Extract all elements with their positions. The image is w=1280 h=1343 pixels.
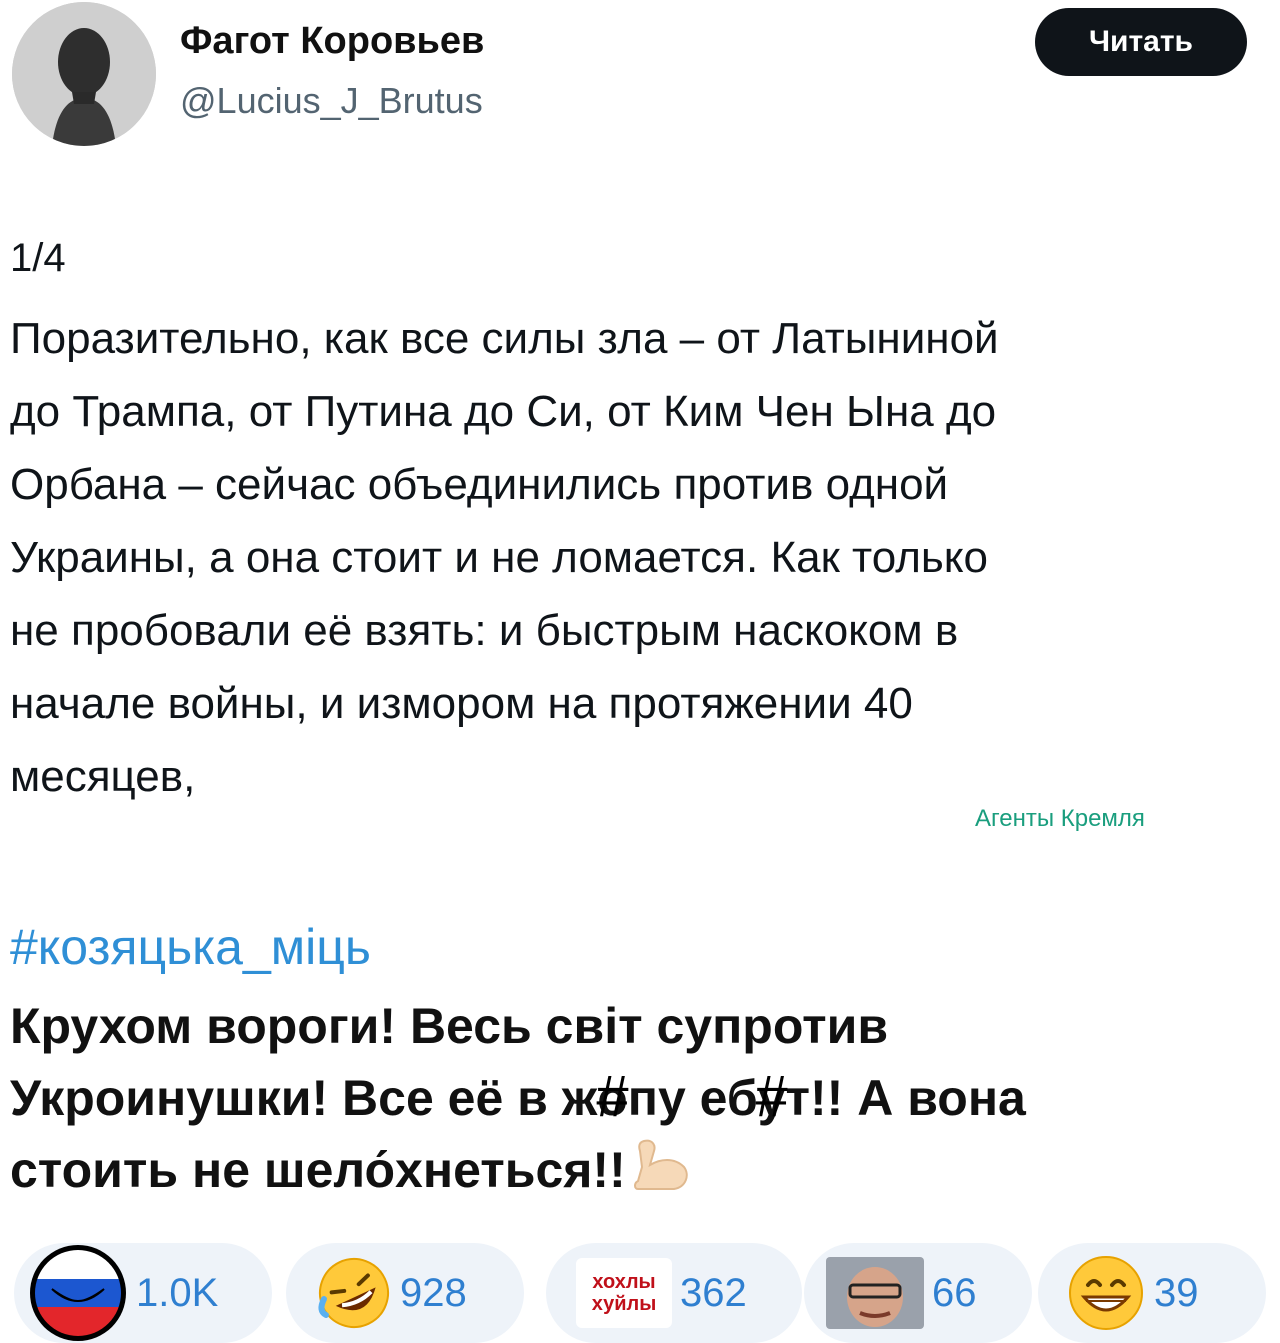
reaction-count: 928 xyxy=(400,1270,467,1315)
reply-line-2-part-2: пу еб xyxy=(627,1070,758,1126)
censor-mark-1: # xyxy=(596,1063,629,1129)
reaction-chip-trollface[interactable]: 1.0K xyxy=(14,1243,272,1343)
user-handle[interactable]: @Lucius_J_Brutus xyxy=(180,80,483,122)
reply-line-3-text: стоить не шело́хнеться!! xyxy=(10,1142,626,1198)
reply-line-2-part-1: Укроинушки! Все её в ж xyxy=(10,1070,598,1126)
sticker-line-2: хуйлы xyxy=(591,1293,657,1315)
text-sticker-icon: хохлы хуйлы xyxy=(576,1258,672,1328)
tweet-text: Поразительно, как все силы зла – от Латы… xyxy=(10,314,999,801)
reaction-chip-photo[interactable]: 66 xyxy=(804,1243,1032,1343)
reactions-bar: 1.0K 928 хохлы хуйлы 362 66 39 xyxy=(14,1243,1280,1343)
follow-button[interactable]: Читать xyxy=(1035,8,1247,76)
reaction-count: 66 xyxy=(932,1270,977,1315)
censor-mark-2: # xyxy=(755,1063,788,1129)
censored-letter-2: у # xyxy=(755,1062,788,1134)
reaction-count: 39 xyxy=(1154,1270,1199,1315)
bust-portrait-avatar-icon xyxy=(12,2,156,146)
reply-line-2-part-3: т!! А вона xyxy=(785,1070,1026,1126)
censored-letter-1: о # xyxy=(596,1062,629,1134)
watermark: Агенты Кремля xyxy=(975,805,1145,832)
reply-text: Крухом вороги! Весь світ супротив Укроин… xyxy=(10,990,1272,1206)
reaction-chip-grin[interactable]: 39 xyxy=(1038,1243,1266,1343)
flexed-biceps-icon xyxy=(633,1139,688,1190)
reply-line-1: Крухом вороги! Весь світ супротив xyxy=(10,998,889,1054)
face-photo-icon xyxy=(826,1257,924,1329)
reply-line-3: стоить не шело́хнеться!! xyxy=(10,1134,1272,1206)
avatar[interactable] xyxy=(12,2,156,146)
reaction-chip-sticker[interactable]: хохлы хуйлы 362 xyxy=(546,1243,802,1343)
display-name[interactable]: Фагот Коровьев xyxy=(180,20,484,63)
reaction-chip-rofl[interactable]: 928 xyxy=(286,1243,524,1343)
grinning-emoji-icon xyxy=(1069,1256,1143,1330)
trollface-russian-flag-icon xyxy=(30,1245,126,1341)
reaction-count: 1.0K xyxy=(136,1270,219,1315)
thread-counter: 1/4 xyxy=(10,236,66,280)
reaction-count: 362 xyxy=(680,1270,747,1315)
reply-line-2: Укроинушки! Все её в жо # пу ебу # т!! А вон… xyxy=(10,1062,1272,1134)
hashtag-link[interactable]: #козяцька_міць xyxy=(10,918,371,976)
sticker-line-1: хохлы xyxy=(592,1271,656,1293)
rofl-emoji-icon xyxy=(318,1258,389,1328)
